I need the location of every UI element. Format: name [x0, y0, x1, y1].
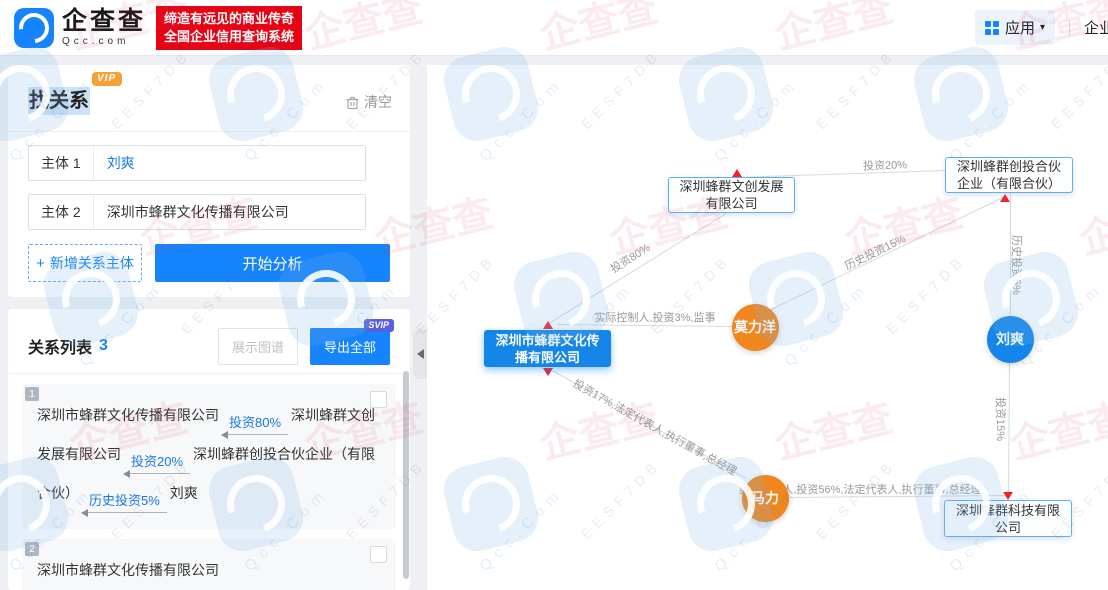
entity-name: 深圳市蜂群文化传播有限公司: [37, 407, 219, 423]
graph-edge-label: 投资80%: [608, 242, 653, 276]
relation-arrow-label: 历史投资5%: [89, 493, 160, 508]
apps-label: 应用: [1004, 20, 1035, 37]
relation-finder-panel: 找关系 VIP 清空 主体 1 刘爽 主体 2 深圳市蜂群文化传播有限公司 + …: [8, 65, 410, 297]
subject-1-label: 主体 1: [29, 146, 94, 180]
divider: [8, 373, 410, 374]
subject-1-value[interactable]: 刘爽: [94, 153, 135, 173]
graph-node[interactable]: 深圳市蜂群文化传播有限公司: [484, 330, 611, 367]
nav-divider: [1068, 19, 1070, 36]
trash-icon: [346, 96, 359, 109]
svip-badge: SVIP: [364, 318, 394, 332]
graph-node[interactable]: 莫力洋: [731, 303, 779, 351]
clear-button[interactable]: 清空: [345, 92, 392, 112]
relation-list: 1 深圳市蜂群文化传播有限公司 投资80% 深圳蜂群文创发展有限公司 投资20% 深圳蜂群…: [22, 384, 396, 590]
qcc-logo[interactable]: 企查查 Qcc.com 缔造有远见的商业传奇 全国企业信用查询系统: [12, 5, 303, 50]
enterprise-link[interactable]: 企业: [1084, 17, 1108, 38]
brand-tagline: 缔造有远见的商业传奇 全国企业信用查询系统: [156, 5, 303, 50]
graph-node[interactable]: 刘爽: [986, 315, 1034, 363]
collapse-panel-handle[interactable]: [413, 329, 427, 379]
add-subject-label: 新增关系主体: [49, 255, 134, 271]
edge-arrowhead-icon: [1000, 194, 1010, 202]
graph-edge-label: 投资15%: [994, 396, 1006, 442]
export-all-label: 导出全部: [323, 339, 376, 355]
graph-edge-label: 实际控制人,投资3%,监事: [594, 312, 716, 324]
entity-name: 刘爽: [169, 485, 198, 501]
caret-down-icon: ▾: [1039, 22, 1045, 33]
arrow-left-icon: [122, 470, 191, 478]
show-graph-button[interactable]: 展示图谱: [217, 327, 298, 365]
relation-arrow-label: 投资80%: [229, 415, 282, 430]
apps-grid-icon: [984, 20, 999, 35]
subject-2-label: 主体 2: [29, 195, 94, 229]
brand-block: 企查查 Qcc.com: [62, 6, 147, 47]
header-nav: 应用 ▾ 企业: [974, 10, 1108, 45]
arrow-left-icon: [81, 509, 167, 517]
relation-item[interactable]: 2深圳市蜂群文化传播有限公司投资17%,法定代表人,执行董事,总经理马力实际控制…: [22, 539, 396, 590]
relation-arrow: 历史投资5%: [81, 492, 167, 517]
item-index-badge: 1: [25, 387, 39, 401]
panel-title: 找关系: [28, 87, 90, 115]
relation-arrow-label: 投资20%: [131, 454, 184, 469]
graph-edge-label: 投资17%,法定代表人,执行董事,总经理: [570, 377, 739, 479]
vip-badge: VIP: [92, 72, 123, 86]
apps-menu-button[interactable]: 应用 ▾: [974, 10, 1055, 45]
brand-domain: Qcc.com: [62, 35, 130, 47]
relation-list-panel: 关系列表 3 展示图谱 导出全部 SVIP 1 深圳市蜂群文化传播有限公司 投资80…: [8, 309, 410, 590]
divider: [8, 131, 410, 132]
results-count: 3: [99, 337, 108, 354]
edge-arrowhead-icon: [543, 368, 553, 376]
clear-label: 清空: [364, 94, 392, 110]
qcc-logo-icon: [12, 6, 56, 49]
add-subject-button[interactable]: + 新增关系主体: [28, 244, 142, 282]
tagline-line1: 缔造有远见的商业传奇: [164, 10, 295, 26]
results-title: 关系列表: [28, 340, 93, 357]
graph-edge-label: 投资20%: [862, 159, 908, 173]
plus-icon: +: [36, 254, 45, 272]
brand-name: 企查查: [62, 6, 147, 35]
export-all-button[interactable]: 导出全部 SVIP: [309, 318, 394, 365]
graph-edge-label: 历史投资15%: [843, 233, 908, 273]
graph-node[interactable]: 马力: [741, 474, 789, 522]
item-index-badge: 2: [25, 542, 39, 556]
item-checkbox[interactable]: [370, 546, 387, 563]
item-checkbox[interactable]: [370, 391, 387, 408]
relation-item[interactable]: 1 深圳市蜂群文化传播有限公司 投资80% 深圳蜂群文创发展有限公司 投资20% 深圳蜂群…: [22, 384, 396, 529]
relationship-graph-canvas[interactable]: 投资20% 投资80% 实际控制人,投资3%,监事 历史投资15% 历史投资5% 投资15…: [427, 65, 1108, 590]
relation-arrow: 投资80%: [220, 414, 289, 439]
edge-arrowhead-icon: [543, 321, 553, 329]
subject-2-value[interactable]: 深圳市蜂群文化传播有限公司: [94, 202, 289, 222]
subject-2-input[interactable]: 主体 2 深圳市蜂群文化传播有限公司: [28, 194, 366, 230]
edge-arrowhead-icon: [732, 169, 742, 177]
subject-1-input[interactable]: 主体 1 刘爽: [28, 145, 366, 181]
arrow-left-icon: [220, 431, 289, 439]
tagline-line2: 全国企业信用查询系统: [164, 28, 295, 44]
graph-node[interactable]: 深圳蜂群创投合伙企业（有限合伙）: [945, 157, 1073, 193]
graph-edge: [548, 210, 731, 324]
graph-node[interactable]: 深圳蜂群科技有限公司: [944, 500, 1072, 537]
list-scrollbar-thumb[interactable]: [403, 371, 409, 579]
graph-edge-label: 历史投资5%: [1010, 235, 1022, 295]
top-header: 企查查 Qcc.com 缔造有远见的商业传奇 全国企业信用查询系统 应用 ▾ 企…: [0, 0, 1108, 56]
edge-arrowhead-icon: [1003, 492, 1013, 500]
entity-name: 深圳市蜂群文化传播有限公司: [37, 562, 219, 578]
relation-arrow: 投资20%: [122, 453, 191, 478]
analyze-button[interactable]: 开始分析: [155, 244, 390, 282]
graph-node[interactable]: 深圳蜂群文创发展有限公司: [668, 177, 795, 213]
